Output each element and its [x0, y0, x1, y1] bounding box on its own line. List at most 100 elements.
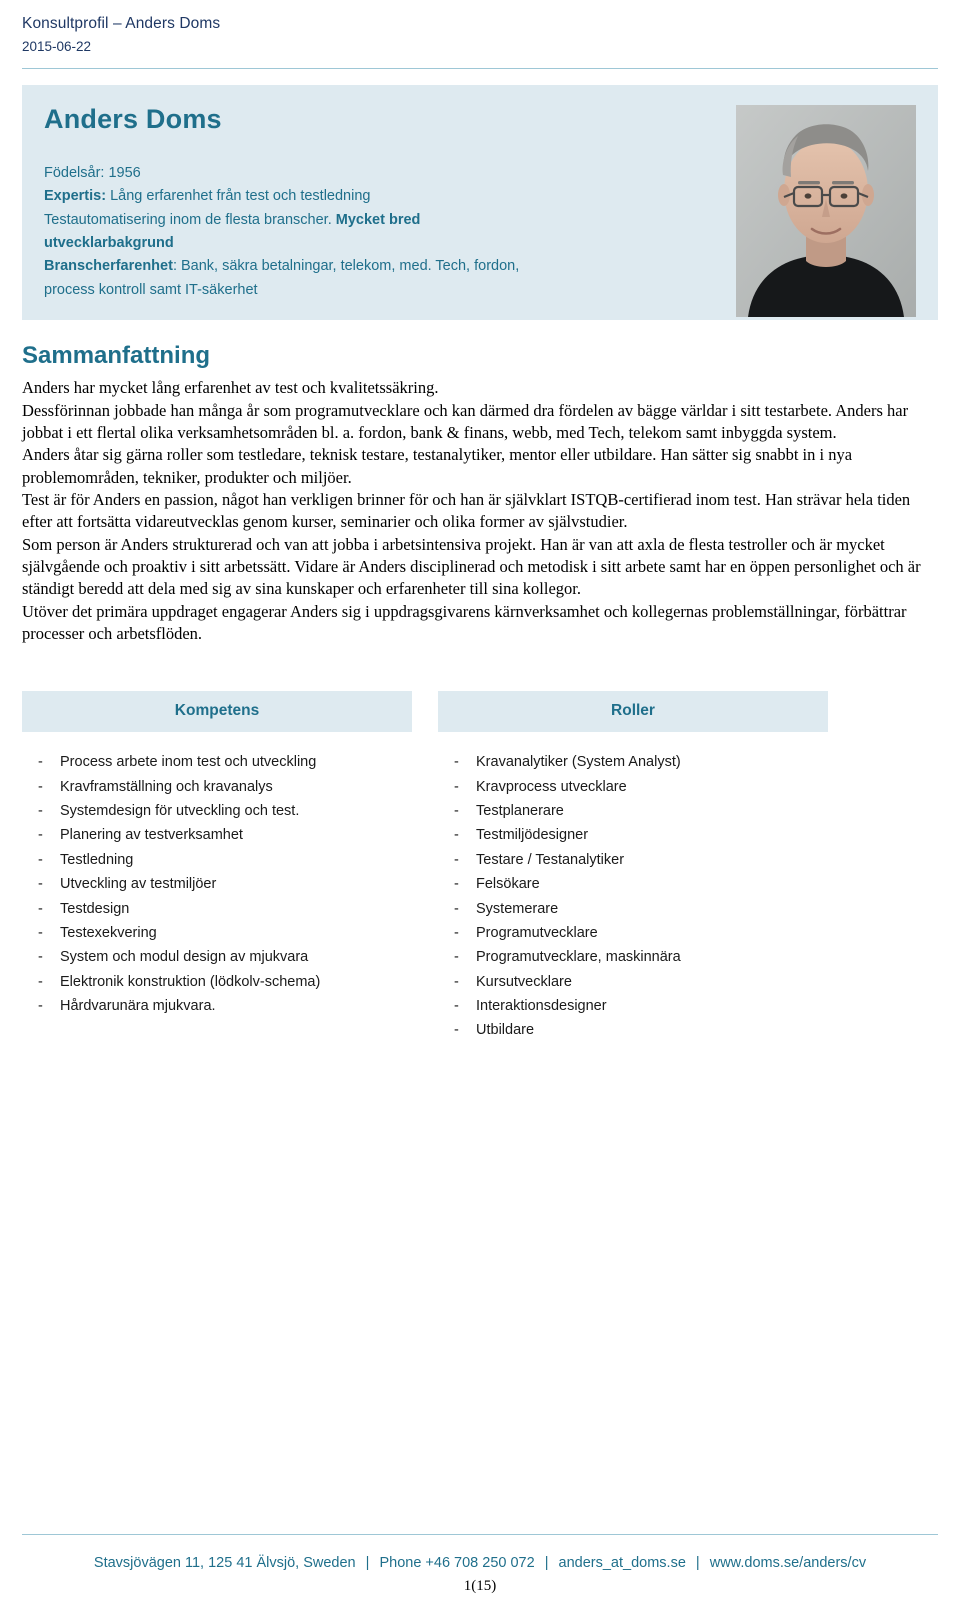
footer-address: Stavsjövägen 11, 125 41 Älvsjö, Sweden [93, 1554, 356, 1571]
footer-separator: | [365, 1554, 370, 1571]
profile-expertise-label: Expertis: [44, 188, 107, 205]
header-title: Konsultprofil – Anders Doms [22, 15, 221, 32]
list-item: - Kravframställning och kravanalys [22, 775, 412, 799]
profile-line6: process kontroll samt IT-säkerhet [44, 281, 258, 298]
kompetens-list: - Process arbete inom test och utveckling… [22, 732, 412, 1018]
bullet-dash: - [454, 1022, 459, 1039]
bullet-dash: - [454, 778, 459, 795]
bullet-dash: - [454, 754, 459, 771]
header-divider [22, 68, 938, 70]
kompetens-column: Kompetens - Process arbete inom test och … [22, 691, 412, 1042]
profile-line3: Testautomatisering inom de flesta bransc… [44, 209, 684, 232]
footer-separator: | [695, 1554, 700, 1571]
footer-phone: Phone +46 708 250 072 [379, 1554, 535, 1571]
list-item: - Testmiljödesigner [438, 823, 828, 847]
document-page: Konsultprofil – Anders Doms 2015-06-22 A… [0, 0, 960, 1607]
bullet-dash: - [454, 803, 459, 820]
list-item-label: Kursutvecklare [476, 973, 572, 990]
profile-details: Födelsår: 1956 Expertis: Lång erfarenhet… [44, 162, 684, 303]
list-item-label: Planering av testverksamhet [60, 827, 243, 844]
bullet-dash: - [38, 997, 43, 1014]
summary-paragraph: Dessförinnan jobbade han många år som pr… [22, 400, 909, 442]
list-item: - Testdesign [22, 897, 412, 921]
list-item-label: Process arbete inom test och utveckling [60, 754, 317, 771]
profile-line4-bold: utvecklarbakgrund [44, 234, 174, 251]
list-item: - Felsökare [438, 872, 828, 896]
list-item: - Systemdesign för utveckling och test. [22, 799, 412, 823]
kompetens-heading: Kompetens [22, 691, 412, 733]
page-number: 1(15) [463, 1578, 497, 1594]
profile-band: Anders Doms Födelsår: 1956 Expertis: Lån… [22, 85, 938, 321]
roller-column: Roller - Kravanalytiker (System Analyst) … [438, 691, 828, 1042]
portrait-photo-graphic [736, 105, 916, 318]
profile-expertise-text: Lång erfarenhet från test och testlednin… [106, 188, 371, 205]
list-item-label: Testledning [60, 851, 134, 868]
bullet-dash: - [454, 949, 459, 966]
profile-line4: utvecklarbakgrund [44, 232, 684, 255]
bullet-dash: - [38, 827, 43, 844]
list-item-label: System och modul design av mjukvara [60, 949, 309, 966]
bullet-dash: - [454, 900, 459, 917]
list-item: - Programutvecklare [438, 921, 828, 945]
profile-expertise: Expertis: Lång erfarenhet från test och … [44, 185, 684, 208]
summary-paragraph: Som person är Anders strukturerad och va… [22, 534, 921, 599]
skills-roles-section: Kompetens - Process arbete inom test och … [22, 691, 938, 1042]
list-item: - Planering av testverksamhet [22, 823, 412, 847]
profile-birthyear: Födelsår: 1956 [44, 164, 141, 181]
summary-paragraph: Anders åtar sig gärna roller som testled… [22, 445, 853, 487]
list-item-label: Utveckling av testmiljöer [60, 876, 217, 893]
bullet-dash: - [454, 851, 459, 868]
list-item-label: Testmiljödesigner [476, 827, 589, 844]
list-item-label: Kravanalytiker (System Analyst) [476, 754, 681, 771]
list-item: - Utbildare [438, 1018, 828, 1042]
profile-industry-text: : Bank, säkra betalningar, telekom, med.… [172, 258, 520, 275]
profile-industry-label: Branscherfarenhet [44, 258, 173, 275]
bullet-dash: - [454, 973, 459, 990]
bullet-dash: - [454, 876, 459, 893]
list-item-label: Felsökare [476, 876, 540, 893]
list-item-label: Programutvecklare [476, 924, 598, 941]
footer-website[interactable]: www.doms.se/anders/cv [710, 1555, 866, 1571]
list-item: - Testare / Testanalytiker [438, 848, 828, 872]
list-item: - Kravanalytiker (System Analyst) [438, 750, 828, 774]
list-item: - Systemerare [438, 897, 828, 921]
bullet-dash: - [454, 924, 459, 941]
list-item-label: Systemerare [476, 900, 559, 917]
list-item-label: Kravframställning och kravanalys [60, 778, 273, 795]
list-item: - Testexekvering [22, 921, 412, 945]
bullet-dash: - [38, 924, 43, 941]
footer-email[interactable]: anders_at_doms.se [559, 1555, 686, 1571]
list-item: - Testplanerare [438, 799, 828, 823]
list-item: - Interaktionsdesigner [438, 994, 828, 1018]
bullet-dash: - [38, 973, 43, 990]
list-item: - Programutvecklare, maskinnära [438, 945, 828, 969]
list-item-label: Testdesign [60, 900, 130, 917]
summary-paragraph: Utöver det primära uppdraget engagerar A… [22, 601, 907, 644]
list-item-label: Programutvecklare, maskinnära [476, 949, 681, 966]
list-item-label: Hårdvarunära mjukvara. [60, 997, 216, 1014]
list-item-label: Testexekvering [60, 924, 157, 941]
list-item: - Utveckling av testmiljöer [22, 872, 412, 896]
footer-divider [22, 1534, 938, 1535]
list-item-label: Elektronik konstruktion (lödkolv-schema) [60, 973, 321, 990]
list-item-label: Interaktionsdesigner [476, 997, 607, 1014]
header-date: 2015-06-22 [22, 38, 92, 54]
list-item: - Elektronik konstruktion (lödkolv-schema… [22, 970, 412, 994]
bullet-dash: - [454, 827, 459, 844]
list-item-label: Testplanerare [476, 803, 564, 820]
profile-line3-text: Testautomatisering inom de flesta bransc… [44, 211, 332, 228]
profile-industry: Branscherfarenhet: Bank, säkra betalning… [44, 255, 684, 278]
summary-heading: Sammanfattning [22, 342, 211, 370]
document-footer: Stavsjövägen 11, 125 41 Älvsjö, Sweden |… [0, 1553, 960, 1573]
list-item: - Kravprocess utvecklare [438, 775, 828, 799]
roller-heading: Roller [438, 691, 828, 733]
bullet-dash: - [454, 997, 459, 1014]
list-item: - Hårdvarunära mjukvara. [22, 994, 412, 1018]
list-item: - Process arbete inom test och utveckling [22, 750, 412, 774]
summary-paragraph: Anders har mycket lång erfarenhet av tes… [22, 378, 439, 398]
avatar [736, 105, 916, 318]
summary-section: Sammanfattning Anders har mycket lång er… [22, 342, 938, 645]
list-item-label: Systemdesign för utveckling och test. [60, 803, 300, 820]
list-item-label: Utbildare [476, 1022, 535, 1039]
list-item: - System och modul design av mjukvara [22, 945, 412, 969]
